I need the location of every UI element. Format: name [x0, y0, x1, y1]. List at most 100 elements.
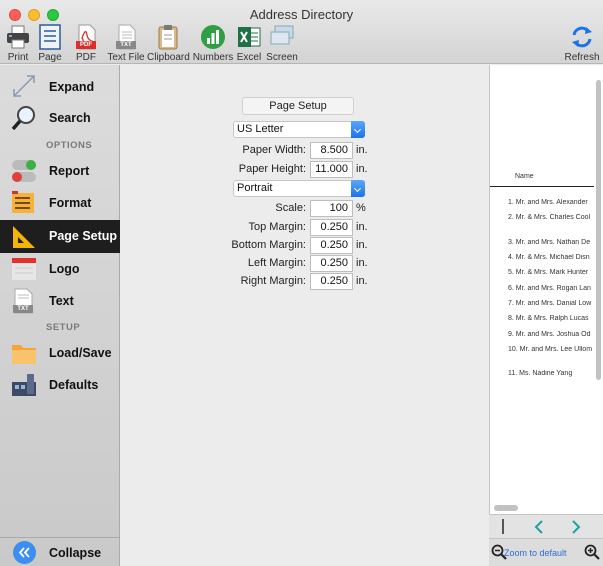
page-setup-panel: Page Setup US Letter Paper Width: 8.500 …	[121, 65, 488, 566]
sidebar-item-defaults[interactable]: Defaults	[0, 369, 120, 401]
preview-list-item: 9. Mr. and Mrs. Joshua Od	[508, 331, 591, 338]
left-margin-field[interactable]: 0.250	[310, 255, 353, 272]
paper-height-unit: in.	[356, 163, 368, 175]
paper-size-select[interactable]: US Letter	[233, 121, 365, 138]
next-page-button[interactable]	[566, 518, 584, 536]
toolbar-screen-button[interactable]: Screen	[265, 24, 299, 64]
bottom-margin-field[interactable]: 0.250	[310, 237, 353, 254]
sidebar-item-expand[interactable]: Expand	[0, 71, 120, 103]
page-bar-icon	[502, 519, 504, 534]
page-icon	[37, 24, 63, 50]
right-margin-field[interactable]: 0.250	[310, 273, 353, 290]
zoom-to-default-link[interactable]: Zoom to default	[504, 548, 567, 558]
top-margin-field[interactable]: 0.250	[310, 219, 353, 236]
preview-vertical-scrollbar[interactable]	[596, 80, 601, 380]
txt-badge: TXT	[13, 305, 33, 313]
txt-badge: TXT	[116, 41, 136, 49]
paper-height-field[interactable]: 11.000	[310, 161, 353, 178]
sidebar-item-label: Report	[49, 164, 90, 178]
expand-icon	[10, 74, 38, 100]
sidebar: Expand Search OPTIONS Report Format Page	[0, 65, 120, 566]
toolbar-numbers-button[interactable]: Numbers	[192, 24, 234, 64]
toolbar-excel-button[interactable]: Excel	[236, 24, 262, 64]
paper-height-label: Paper Height:	[238, 163, 306, 175]
sidebar-item-label: Expand	[49, 80, 95, 94]
pdf-icon: PDF	[73, 24, 99, 50]
preview-list-item: 8. Mr. & Mrs. Ralph Lucas	[508, 315, 589, 322]
app-window: Address Directory Print Page PDF PDF TXT…	[0, 0, 603, 566]
scale-field[interactable]: 100	[310, 200, 353, 217]
sidebar-collapse-button[interactable]: Collapse	[0, 537, 120, 566]
sidebar-item-page-setup[interactable]: Page Setup	[0, 220, 120, 253]
numbers-icon	[200, 24, 226, 50]
sidebar-item-load-save[interactable]: Load/Save	[0, 337, 120, 369]
right-margin-label: Right Margin:	[240, 275, 306, 287]
page-setup-title: Page Setup	[242, 97, 354, 115]
text-file-icon: TXT	[113, 24, 139, 50]
sidebar-item-label: Format	[49, 196, 92, 210]
toolbar-page-button[interactable]: Page	[36, 24, 64, 64]
sidebar-item-search[interactable]: Search	[0, 102, 120, 134]
search-icon	[10, 105, 38, 131]
printer-icon	[5, 24, 31, 50]
preview-list-item: 11. Ms. Nadine Yang	[508, 370, 573, 377]
sidebar-item-label: Load/Save	[49, 346, 112, 360]
zoom-in-icon	[584, 544, 600, 560]
options-section-header: OPTIONS	[46, 140, 93, 151]
toolbar-text-file-label: Text File	[107, 52, 145, 63]
sidebar-item-text[interactable]: TXT Text	[0, 285, 120, 317]
preview-list-item: 6. Mr. and Mrs. Rogan Lan	[508, 285, 591, 292]
folder-icon	[10, 340, 38, 366]
paper-width-unit: in.	[356, 144, 368, 156]
paper-width-field[interactable]: 8.500	[310, 142, 353, 159]
toolbar-pdf-button[interactable]: PDF PDF	[72, 24, 100, 64]
bottom-margin-unit: in.	[356, 239, 368, 251]
chevron-right-icon	[572, 520, 581, 534]
toolbar-clipboard-label: Clipboard	[147, 52, 190, 63]
excel-icon	[236, 24, 262, 50]
toolbar-refresh-label: Refresh	[564, 52, 600, 63]
sidebar-item-label: Page Setup	[49, 229, 118, 243]
preview-column-header: Name	[515, 173, 534, 180]
preview-list-item: 3. Mr. and Mrs. Nathan De	[508, 239, 591, 246]
scale-label: Scale:	[275, 202, 306, 214]
toolbar-text-file-button[interactable]: TXT Text File	[107, 24, 145, 64]
toolbar-screen-label: Screen	[266, 52, 298, 63]
preview-list-item: 10. Mr. and Mrs. Lee Ullom	[508, 346, 593, 353]
toolbar-pdf-label: PDF	[76, 52, 96, 63]
sidebar-item-label: Search	[49, 111, 91, 125]
screen-icon	[269, 24, 295, 50]
preview-horizontal-scrollbar[interactable]	[494, 505, 518, 511]
toolbar-print-button[interactable]: Print	[4, 24, 32, 64]
setup-section-header: SETUP	[46, 322, 81, 333]
previous-page-button[interactable]	[531, 518, 549, 536]
collapse-label: Collapse	[49, 546, 102, 560]
toolbar-clipboard-button[interactable]: Clipboard	[147, 24, 190, 64]
chevron-down-icon	[351, 121, 365, 138]
toolbar-print-label: Print	[7, 52, 29, 63]
sidebar-item-format[interactable]: Format	[0, 187, 120, 219]
collapse-icon	[13, 541, 36, 564]
scale-unit: %	[356, 202, 366, 214]
toolbar-refresh-button[interactable]: Refresh	[563, 24, 601, 64]
sidebar-item-label: Text	[49, 294, 74, 308]
right-margin-unit: in.	[356, 275, 368, 287]
orientation-select[interactable]: Portrait	[233, 180, 365, 197]
preview-list-item: 2. Mr. & Mrs. Charles Cool	[508, 214, 591, 221]
sidebar-item-report[interactable]: Report	[0, 155, 120, 187]
preview-list-item: 5. Mr. & Mrs. Mark Hunter	[508, 269, 589, 276]
format-icon	[10, 190, 38, 216]
clipboard-icon	[155, 24, 181, 50]
sidebar-item-label: Logo	[49, 262, 80, 276]
toggle-icon	[10, 158, 38, 184]
zoom-in-button[interactable]	[584, 544, 600, 560]
preview-page-nav	[489, 514, 603, 538]
preview-list-item: 7. Mr. and Mrs. Danial Low	[508, 300, 592, 307]
pdf-badge: PDF	[76, 41, 96, 49]
sidebar-item-label: Defaults	[49, 378, 99, 392]
sidebar-item-logo[interactable]: Logo	[0, 253, 120, 285]
bottom-margin-label: Bottom Margin:	[231, 239, 306, 251]
paper-width-label: Paper Width:	[242, 144, 306, 156]
paper-size-value: US Letter	[237, 123, 284, 135]
preview-list-item: 4. Mr. & Mrs. Michael Disn	[508, 254, 590, 261]
